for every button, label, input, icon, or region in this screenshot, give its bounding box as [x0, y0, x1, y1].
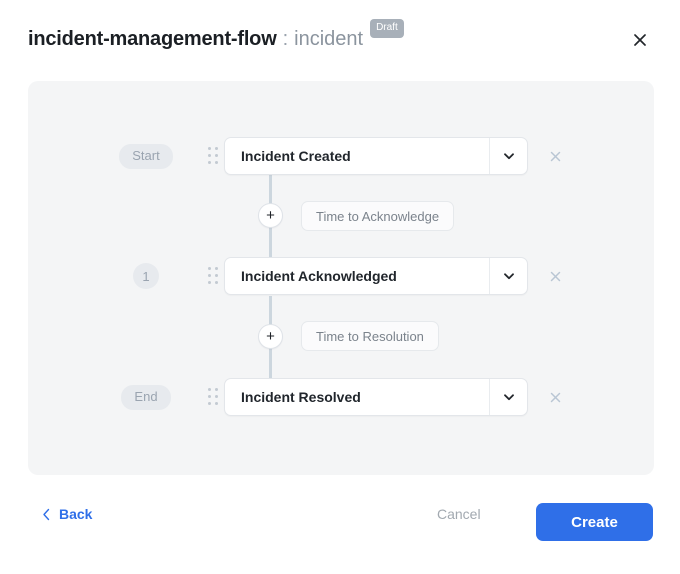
cancel-button[interactable]: Cancel: [437, 506, 481, 522]
close-icon[interactable]: [626, 26, 654, 54]
step-badge-cell: Start: [106, 144, 186, 169]
dialog-header: incident-management-flow : incident Draf…: [0, 0, 680, 78]
step-select-1[interactable]: Incident Acknowledged: [224, 257, 528, 295]
drag-handle-icon[interactable]: [205, 387, 221, 407]
chevron-down-icon[interactable]: [489, 138, 527, 174]
remove-step-icon[interactable]: [545, 387, 565, 407]
drag-handle-icon[interactable]: [205, 266, 221, 286]
step-select-0[interactable]: Incident Created: [224, 137, 528, 175]
step-value-label: Incident Acknowledged: [225, 258, 489, 294]
chevron-down-icon[interactable]: [489, 379, 527, 415]
add-step-button[interactable]: +: [258, 203, 283, 228]
flow-step-row: End Incident Resolved: [28, 377, 654, 417]
flow-builder-panel: Start Incident Created: [28, 81, 654, 475]
step-value-label: Incident Resolved: [225, 379, 489, 415]
back-button-label: Back: [59, 506, 92, 522]
flow-name: incident-management-flow: [28, 24, 277, 54]
step-select-2[interactable]: Incident Resolved: [224, 378, 528, 416]
step-badge-start: Start: [119, 144, 172, 169]
step-value-label: Incident Created: [225, 138, 489, 174]
step-badge-index: 1: [133, 263, 159, 289]
title-separator: :: [283, 24, 289, 54]
flow-subject: incident: [294, 24, 363, 54]
step-badge-cell: 1: [106, 263, 186, 289]
status-badge: Draft: [370, 19, 404, 38]
remove-step-icon[interactable]: [545, 146, 565, 166]
create-flow-dialog: incident-management-flow : incident Draf…: [0, 0, 680, 574]
flow-step-row: 1 Incident Acknowledged: [28, 256, 654, 296]
back-button[interactable]: Back: [42, 506, 92, 522]
create-button[interactable]: Create: [536, 503, 653, 541]
metric-chip-time-to-acknowledge[interactable]: Time to Acknowledge: [301, 201, 454, 231]
step-badge-cell: End: [106, 385, 186, 410]
drag-handle-icon[interactable]: [205, 146, 221, 166]
page-title: incident-management-flow : incident Draf…: [28, 24, 404, 54]
chevron-down-icon[interactable]: [489, 258, 527, 294]
remove-step-icon[interactable]: [545, 266, 565, 286]
step-badge-end: End: [121, 385, 170, 410]
flow-steps-container: Start Incident Created: [28, 81, 654, 475]
flow-step-row: Start Incident Created: [28, 136, 654, 176]
chevron-left-icon: [42, 508, 51, 521]
add-step-button[interactable]: +: [258, 324, 283, 349]
metric-chip-time-to-resolution[interactable]: Time to Resolution: [301, 321, 439, 351]
